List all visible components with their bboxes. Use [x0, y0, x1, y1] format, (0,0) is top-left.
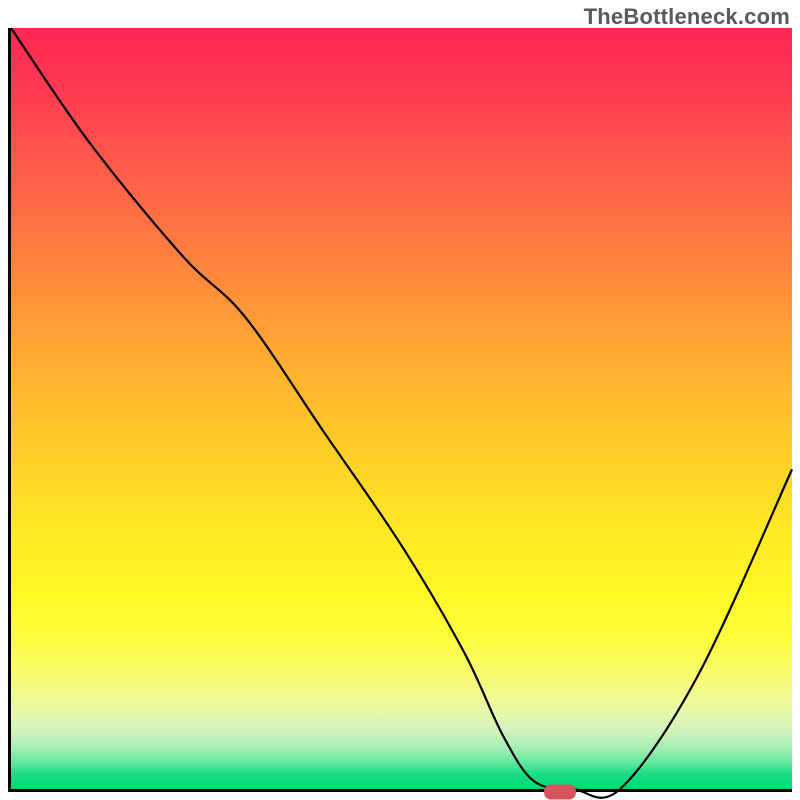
watermark-text: TheBottleneck.com [584, 4, 790, 30]
bottleneck-chart: TheBottleneck.com [0, 0, 800, 800]
curve-layer [11, 28, 792, 789]
optimal-marker [544, 785, 576, 800]
bottleneck-curve-path [11, 28, 792, 798]
plot-area [8, 28, 792, 792]
